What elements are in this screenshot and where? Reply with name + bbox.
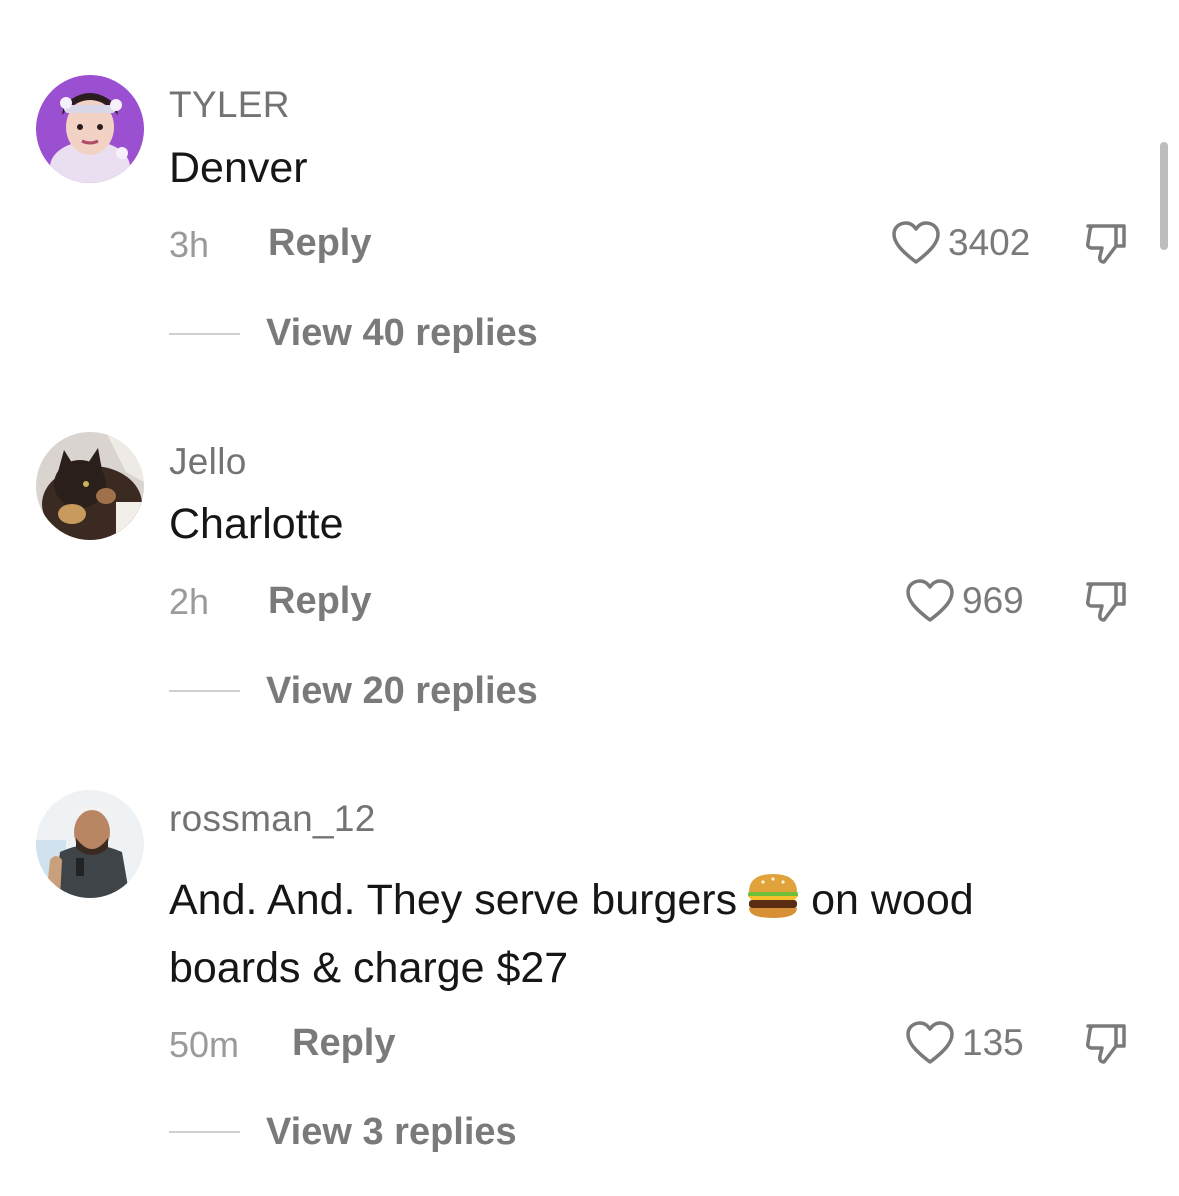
comment-text-part: And. And. They serve burgers xyxy=(169,876,738,924)
divider xyxy=(169,333,240,335)
reply-button[interactable]: Reply xyxy=(268,580,371,623)
dislike-button[interactable] xyxy=(1082,220,1130,268)
heart-outline-icon xyxy=(892,221,940,264)
like-button[interactable]: 135 xyxy=(904,1020,1024,1066)
view-replies-button[interactable]: View 40 replies xyxy=(266,312,538,355)
comment-username[interactable]: rossman_12 xyxy=(169,798,376,840)
comment-text: And. And. They serve burgers on wood boa… xyxy=(169,866,1089,1002)
burger-icon xyxy=(748,874,799,918)
thumbs-down-icon xyxy=(1086,224,1126,264)
like-count: 3402 xyxy=(948,222,1031,263)
thumbs-down-icon xyxy=(1086,1024,1126,1064)
comment-timestamp: 2h xyxy=(169,581,210,622)
avatar[interactable] xyxy=(36,790,144,898)
divider xyxy=(169,1131,240,1133)
reply-button[interactable]: Reply xyxy=(268,222,371,265)
heart-outline-icon xyxy=(906,579,954,622)
reply-button[interactable]: Reply xyxy=(292,1022,395,1065)
view-replies-button[interactable]: View 20 replies xyxy=(266,670,538,713)
comment-text: Denver xyxy=(169,144,308,192)
scrollbar[interactable] xyxy=(1160,142,1168,250)
like-button[interactable]: 3402 xyxy=(890,220,1030,266)
avatar[interactable] xyxy=(36,432,144,540)
comment-timestamp: 50m xyxy=(169,1024,240,1065)
heart-outline-icon xyxy=(906,1021,954,1064)
like-count: 969 xyxy=(962,580,1024,621)
view-replies-button[interactable]: View 3 replies xyxy=(266,1111,517,1154)
thumbs-down-icon xyxy=(1086,582,1126,622)
comment-timestamp: 3h xyxy=(169,224,210,265)
divider xyxy=(169,690,240,692)
dislike-button[interactable] xyxy=(1082,1020,1130,1068)
comment-text: Charlotte xyxy=(169,500,344,548)
dislike-button[interactable] xyxy=(1082,578,1130,626)
comment-username[interactable]: Jello xyxy=(169,441,247,483)
like-count: 135 xyxy=(962,1022,1024,1063)
comment-username[interactable]: TYLER xyxy=(169,84,290,126)
like-button[interactable]: 969 xyxy=(904,578,1024,624)
avatar[interactable] xyxy=(36,75,144,183)
